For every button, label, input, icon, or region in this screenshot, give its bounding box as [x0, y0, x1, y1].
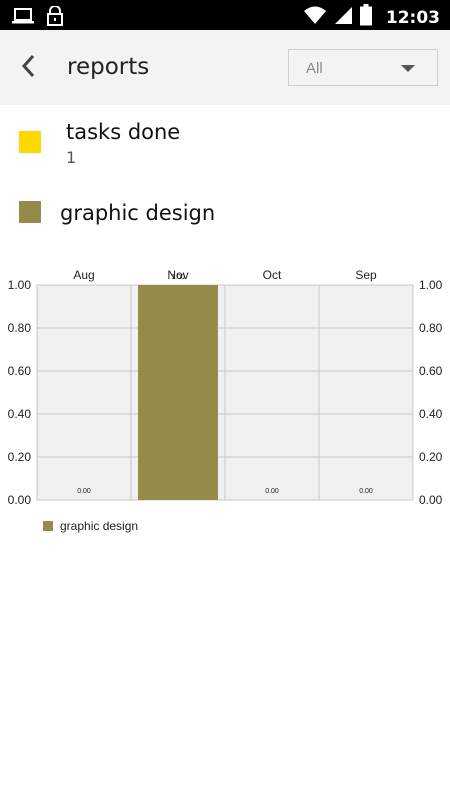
page-title: reports	[67, 54, 150, 80]
y-tick-label-right: 0.80	[419, 321, 443, 335]
wifi-icon	[303, 5, 326, 30]
y-tick-label-right: 0.00	[419, 493, 443, 507]
bar-chart-svg: 0.00 0.00 0.20 0.20 0.40 0.40 0.60 0.60 0.80 0.80…	[8, 268, 443, 507]
tasks-done-label: tasks done	[66, 120, 181, 144]
legend-label: graphic design	[60, 519, 139, 533]
category-swatch	[19, 201, 41, 223]
battery-icon	[359, 4, 372, 31]
back-button[interactable]	[12, 52, 44, 84]
y-tick-label-left: 0.00	[8, 493, 32, 507]
y-tick-label-left: 1.00	[8, 278, 32, 292]
chevron-left-icon	[19, 53, 37, 84]
signal-icon	[334, 5, 352, 30]
chart-legend: graphic design	[43, 519, 138, 533]
x-tick-label: Oct	[263, 268, 282, 282]
status-time: 12:03	[385, 7, 440, 28]
y-tick-label-right: 0.40	[419, 407, 443, 421]
bar-value-label: 0.00	[77, 488, 91, 495]
laptop-icon	[12, 7, 34, 30]
bar-value-label: 0.00	[265, 488, 279, 495]
tasks-done-count: 1	[66, 148, 77, 167]
legend-swatch	[43, 521, 53, 531]
status-bar: 12:03	[0, 0, 450, 30]
y-tick-label-right: 0.60	[419, 364, 443, 378]
y-tick-label-right: 1.00	[419, 278, 443, 292]
chevron-down-icon	[401, 65, 415, 72]
bar-chart: 0.00 0.00 0.20 0.20 0.40 0.40 0.60 0.60 0.80 0.80…	[0, 260, 450, 550]
lock-icon	[46, 5, 64, 31]
tasks-done-swatch	[19, 131, 41, 153]
filter-selected-value: All	[306, 60, 323, 77]
y-tick-label-left: 0.80	[8, 321, 32, 335]
bar-value-label: 0.00	[359, 488, 373, 495]
app-bar: reports All	[0, 30, 450, 105]
bar	[138, 285, 218, 500]
bar-value-label: 1.00	[171, 274, 185, 281]
x-tick-label: Aug	[73, 268, 94, 282]
y-tick-label-left: 0.40	[8, 407, 32, 421]
filter-dropdown[interactable]: All	[288, 49, 438, 86]
category-label: graphic design	[60, 201, 216, 225]
x-tick-label: Sep	[355, 268, 377, 282]
y-tick-label-right: 0.20	[419, 450, 443, 464]
y-tick-label-left: 0.20	[8, 450, 32, 464]
y-tick-label-left: 0.60	[8, 364, 32, 378]
